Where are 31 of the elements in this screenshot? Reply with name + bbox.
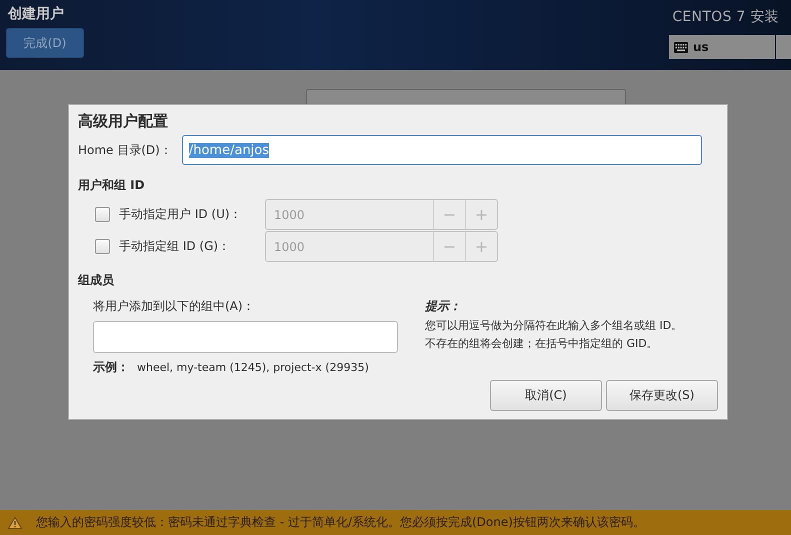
hint-text: 您可以用逗号做为分隔符在此输入多个组名或组 ID。 <box>425 318 682 333</box>
hint-title: 提示： <box>425 298 462 315</box>
warning-icon <box>8 516 22 528</box>
hint-text: 不存在的组将会创建；在括号中指定组的 GID。 <box>425 336 659 351</box>
product-title: CENTOS 7 安装 <box>672 8 780 26</box>
checkbox-label: 手动指定组 ID (G)： <box>119 238 232 255</box>
checkbox[interactable] <box>95 207 110 222</box>
id-spin-field[interactable]: 1000 − + <box>265 231 498 262</box>
checkbox[interactable] <box>95 239 110 254</box>
checkbox-label: 手动指定用户 ID (U)： <box>119 206 243 223</box>
example-label: 示例： <box>93 359 129 376</box>
done-button[interactable]: 完成(D) <box>6 28 84 58</box>
field-label: 将用户添加到以下的组中(A)： <box>93 298 256 315</box>
keyboard-icon <box>674 42 688 52</box>
dialog-button[interactable]: 保存更改(S) <box>606 380 718 411</box>
decrement-button[interactable]: − <box>433 200 465 229</box>
keyboard-layout-indicator[interactable]: us <box>669 35 775 59</box>
dialog-button[interactable]: 取消(C) <box>490 380 602 411</box>
section-heading: 组成员 <box>78 272 115 289</box>
decrement-button[interactable]: − <box>433 232 465 261</box>
id-spin-field[interactable]: 1000 − + <box>265 199 498 230</box>
increment-button[interactable]: + <box>465 200 497 229</box>
page-title: 创建用户 <box>6 5 64 23</box>
warning-text: 您输入的密码强度较低：密码未通过字典检查 - 过于简单化/系统化。您必须按完成(Done)按钮两次来确认该密码。 <box>36 514 645 531</box>
home-directory-field[interactable]: /home/anjos <box>182 135 702 165</box>
example-text: wheel, my-team (1245), project-x (29935) <box>137 361 369 374</box>
increment-button[interactable]: + <box>465 232 497 261</box>
groups-field[interactable] <box>93 321 398 353</box>
field-label: Home 目录(D)： <box>78 142 172 158</box>
dialog-title: 高级用户配置 <box>78 112 169 131</box>
section-heading: 用户和组 ID <box>78 177 146 194</box>
